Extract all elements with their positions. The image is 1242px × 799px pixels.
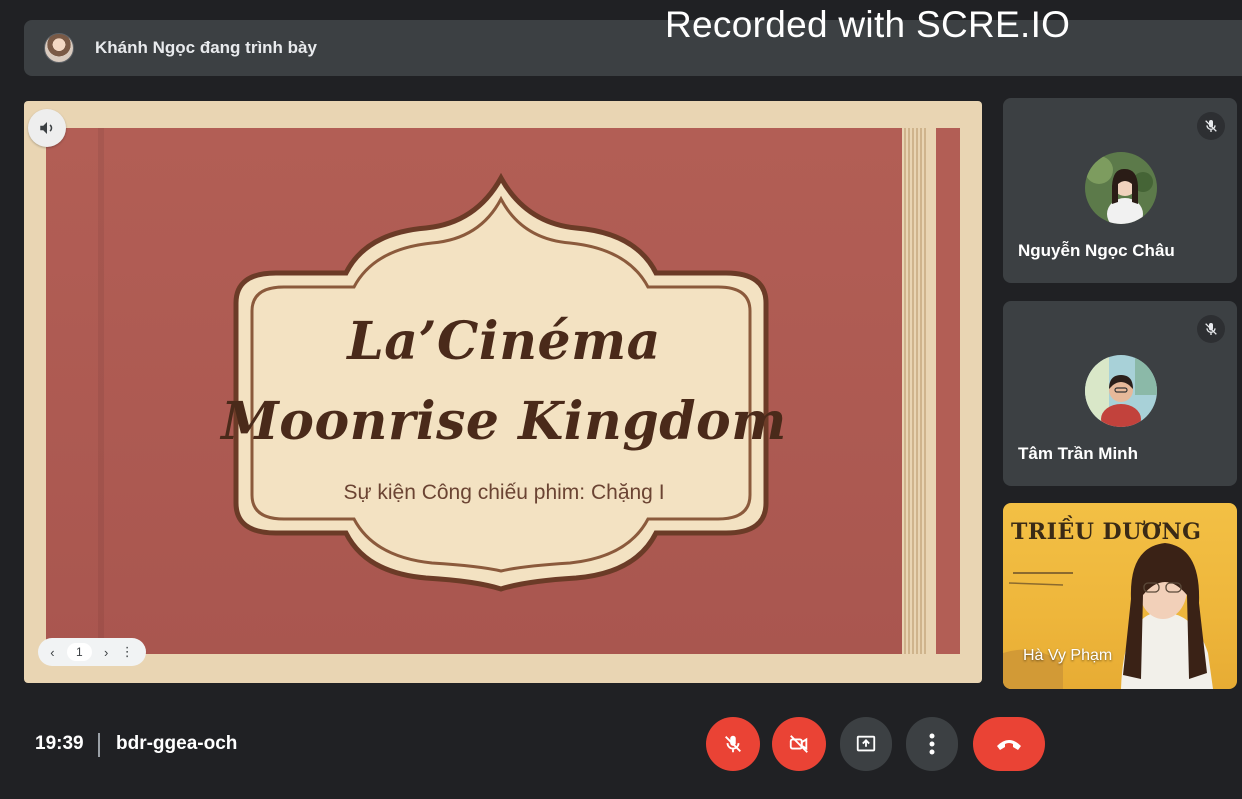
slide-title-line-1: La’Cinéma (347, 311, 661, 372)
slide-title-line-2: Moonrise Kingdom (221, 391, 787, 452)
slide-subtitle: Sự kiện Công chiếu phim: Chặng I (343, 481, 665, 504)
present-icon (856, 735, 876, 752)
avatar (1085, 152, 1157, 224)
camera-toggle-button[interactable] (772, 717, 826, 771)
mic-off-icon (1197, 315, 1225, 343)
presenter-label: Khánh Ngọc đang trình bày (95, 38, 317, 57)
presentation-tile[interactable]: La’Cinéma Moonrise Kingdom Sự kiện Công … (24, 101, 982, 683)
slide-decor-edge (936, 128, 960, 654)
participant-name: Nguyễn Ngọc Châu (1018, 241, 1175, 260)
slide-navigation: ‹ 1 › ⋮ (38, 638, 146, 666)
participant-name: Hà Vy Phạm (1023, 647, 1113, 664)
meeting-code: bdr-ggea-och (116, 733, 238, 754)
slide-more-icon[interactable]: ⋮ (121, 644, 134, 660)
participant-video-tile[interactable]: TRIỀU DƯƠNG Hà Vy Phạm (1003, 503, 1237, 689)
divider (98, 733, 100, 757)
participant-name: Tâm Trần Minh (1018, 444, 1138, 463)
end-call-button[interactable] (973, 717, 1045, 771)
slide-frame-label (233, 173, 769, 592)
end-call-icon (997, 740, 1021, 750)
meeting-time: 19:39 (35, 733, 84, 754)
presenter-avatar (44, 33, 74, 63)
slide-page-number: 1 (66, 643, 92, 661)
participant-tile[interactable]: Tâm Trần Minh (1003, 301, 1237, 486)
mic-toggle-button[interactable] (706, 717, 760, 771)
avatar (1085, 355, 1157, 427)
speaker-volume-icon[interactable] (28, 109, 66, 147)
participant-tile[interactable]: Nguyễn Ngọc Châu (1003, 98, 1237, 283)
mic-off-icon (725, 735, 741, 753)
recording-watermark: Recorded with SCRE.IO (665, 4, 1071, 45)
slide-decor-stripes (902, 128, 926, 654)
present-button[interactable] (840, 717, 892, 771)
more-vert-icon (929, 733, 935, 755)
mic-off-icon (1197, 112, 1225, 140)
next-slide-icon[interactable]: › (104, 645, 108, 660)
camera-off-icon (789, 735, 808, 753)
prev-slide-icon[interactable]: ‹ (50, 645, 54, 660)
video-brand-text: TRIỀU DƯƠNG (1011, 519, 1202, 545)
more-options-button[interactable] (906, 717, 958, 771)
